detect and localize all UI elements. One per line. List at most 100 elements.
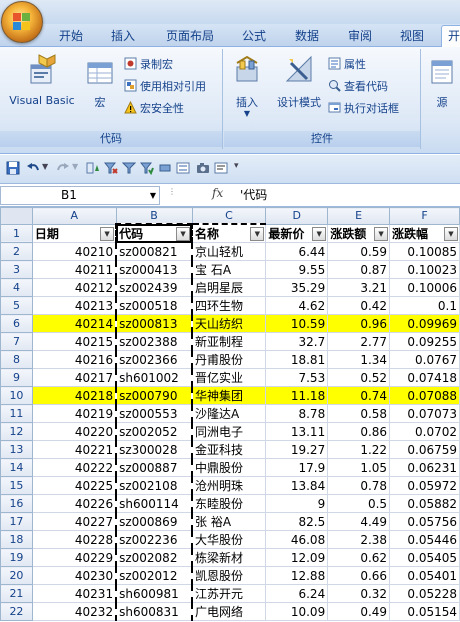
undo-icon[interactable] [26,161,40,175]
column-header-b[interactable]: B [115,207,193,225]
table-cell[interactable]: 0.07418 [389,368,460,387]
table-cell[interactable]: 13.84 [265,476,329,495]
table-cell[interactable]: 0.96 [327,314,391,333]
table-cell[interactable]: sz002439 [115,278,194,297]
table-cell[interactable]: 40229 [31,548,117,567]
row-header[interactable]: 17 [0,512,33,531]
row-header[interactable]: 3 [0,260,33,279]
column-header-a[interactable]: A [31,207,117,225]
table-cell[interactable]: 0.0702 [389,422,460,441]
filter-dropdown-icon[interactable]: ▼ [250,227,265,241]
table-cell[interactable]: 中鼎股份 [191,458,267,477]
table-cell[interactable]: 0.66 [327,566,391,585]
table-cell[interactable]: 40227 [31,512,117,531]
table-cell[interactable]: sz002236 [115,530,194,549]
table-cell[interactable]: 0.49 [327,602,391,621]
filter-dropdown-icon[interactable]: ▼ [176,227,191,241]
relative-reference-button[interactable]: 使用相对引用 [124,79,206,95]
table-cell[interactable]: 0.42 [327,296,391,315]
table-cell[interactable]: 2.38 [327,530,391,549]
sort-ascending-icon[interactable] [86,161,100,175]
table-cell[interactable]: 江苏开元 [191,584,267,603]
table-cell[interactable]: 40231 [31,584,117,603]
table-cell[interactable]: 栋梁新材 [191,548,267,567]
row-header[interactable]: 2 [0,242,33,261]
row-header[interactable]: 16 [0,494,33,513]
tab-review[interactable]: 审阅 [340,28,380,44]
table-cell[interactable]: 0.05405 [389,548,460,567]
row-header[interactable]: 7 [0,332,33,351]
table-cell[interactable]: 40213 [31,296,117,315]
table-cell[interactable]: 0.09969 [389,314,460,333]
table-cell[interactable]: 4.49 [327,512,391,531]
table-cell[interactable]: 沙隆达A [191,404,267,423]
redo-icon[interactable] [56,161,70,175]
row-header[interactable]: 11 [0,404,33,423]
tab-view[interactable]: 视图 [392,28,432,44]
table-cell[interactable]: 0.10006 [389,278,460,297]
table-cell[interactable]: sh601002 [115,368,194,387]
table-cell[interactable]: 6.24 [265,584,329,603]
table-cell[interactable]: 12.88 [265,566,329,585]
table-cell[interactable]: 0.58 [327,404,391,423]
table-cell[interactable]: 0.86 [327,422,391,441]
macros-button[interactable]: 宏 [82,53,118,110]
filter-dropdown-icon[interactable]: ▼ [100,226,115,241]
table-cell[interactable]: 0.06759 [389,440,460,459]
table-cell[interactable]: 40217 [31,368,117,387]
tab-formulas[interactable]: 公式 [234,28,274,44]
table-cell[interactable]: 0.1 [389,296,460,315]
table-cell[interactable]: sh600831 [115,602,194,621]
table-cell[interactable]: sh600981 [115,584,194,603]
table-cell[interactable]: 40220 [31,422,117,441]
table-cell[interactable]: 4.62 [265,296,329,315]
row-header[interactable]: 22 [0,602,33,621]
table-cell[interactable]: 40215 [31,332,117,351]
column-header-d[interactable]: D [265,207,329,225]
table-cell[interactable]: 40232 [31,602,117,621]
row-header[interactable]: 10 [0,386,33,405]
table-cell[interactable]: 11.18 [265,386,329,405]
filter-icon[interactable] [122,161,136,175]
row-header[interactable]: 6 [0,314,33,333]
table-cell[interactable]: 0.09255 [389,332,460,351]
filter-dropdown-icon[interactable]: ▼ [312,226,327,241]
table-cell[interactable]: 金亚科技 [191,440,267,459]
properties-button[interactable]: 属性 [328,57,366,73]
table-cell[interactable]: 40216 [31,350,117,369]
table-cell[interactable]: 18.81 [265,350,329,369]
column-header-c[interactable]: C [191,207,267,225]
table-cell[interactable]: 0.05882 [389,494,460,513]
office-button[interactable] [1,1,43,43]
table-cell[interactable]: 新亚制程 [191,332,267,351]
name-box-dropdown-icon[interactable]: ▼ [150,187,156,204]
clear-filter-icon[interactable] [104,161,118,175]
rectangle-shape-icon[interactable] [158,161,172,175]
row-header[interactable]: 5 [0,296,33,315]
table-cell[interactable]: 1.22 [327,440,391,459]
table-cell[interactable]: 0.10085 [389,242,460,261]
table-cell[interactable]: sz000553 [115,404,194,423]
table-cell[interactable]: 0.74 [327,386,391,405]
table-cell[interactable]: sz002082 [115,548,194,567]
table-cell[interactable]: sz000887 [115,458,194,477]
table-cell[interactable]: 40221 [31,440,117,459]
table-cell[interactable]: 0.5 [327,494,391,513]
visual-basic-button[interactable]: Visual Basic [4,53,80,107]
table-cell[interactable]: 6.44 [265,242,329,261]
table-cell[interactable]: 82.5 [265,512,329,531]
table-cell[interactable]: 40230 [31,566,117,585]
table-cell[interactable]: 晋亿实业 [191,368,267,387]
table-cell[interactable]: sz002052 [115,422,194,441]
table-cell[interactable]: 0.78 [327,476,391,495]
select-all-corner[interactable] [0,207,33,225]
table-cell[interactable]: 京山轻机 [191,242,267,261]
table-cell[interactable]: sz002012 [115,566,194,585]
tab-insert[interactable]: 插入 [102,28,144,44]
table-cell[interactable]: 宝 石A [191,260,267,279]
row-header[interactable]: 14 [0,458,33,477]
table-cell[interactable]: 0.0767 [389,350,460,369]
header-cell[interactable]: 名称 ▼ [191,223,267,243]
source-button[interactable]: 源 [426,53,458,110]
table-cell[interactable]: 46.08 [265,530,329,549]
